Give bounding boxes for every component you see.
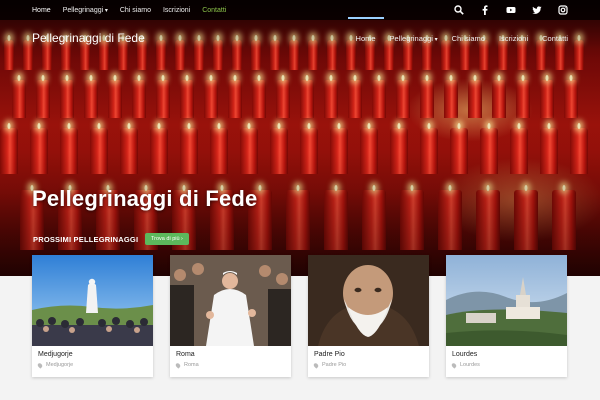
main-header: Pellegrinaggi di Fede Home Pellegrinaggi…: [0, 16, 600, 56]
site-brand[interactable]: Pellegrinaggi di Fede: [32, 31, 145, 45]
instagram-icon[interactable]: [558, 5, 568, 15]
main-nav-pellegrinaggi[interactable]: Pellegrinaggi: [390, 34, 438, 43]
location-pin-icon: [174, 361, 182, 369]
youtube-icon[interactable]: [506, 5, 516, 15]
pilgrimage-cards: Medjugorje Medjugorje Roma Roma Padre Pi…: [32, 255, 567, 377]
card-image[interactable]: [446, 255, 567, 346]
hero-title: Pellegrinaggi di Fede: [32, 186, 258, 211]
card-image[interactable]: [170, 255, 291, 346]
card-padre-pio[interactable]: Padre Pio Padre Pio: [308, 255, 429, 377]
social-icons: [454, 5, 568, 15]
main-nav-chi-siamo[interactable]: Chi siamo: [452, 34, 485, 43]
location-pin-icon: [450, 361, 458, 369]
card-title[interactable]: Roma: [176, 351, 285, 358]
card-roma[interactable]: Roma Roma: [170, 255, 291, 377]
card-title[interactable]: Medjugorje: [38, 351, 147, 358]
card-location: Lourdes: [460, 362, 480, 368]
top-nav-home[interactable]: Home: [32, 7, 51, 14]
main-nav: Home Pellegrinaggi Chi siamo Iscrizioni …: [347, 16, 568, 43]
card-image[interactable]: [308, 255, 429, 346]
top-nav-iscrizioni[interactable]: Iscrizioni: [163, 7, 190, 14]
twitter-icon[interactable]: [532, 5, 542, 15]
top-nav: Home Pellegrinaggi Chi siamo Iscrizioni …: [32, 7, 226, 14]
card-lourdes[interactable]: Lourdes Lourdes: [446, 255, 567, 377]
find-more-button[interactable]: Trova di più ›: [145, 233, 189, 245]
top-nav-contatti[interactable]: Contatti: [202, 7, 226, 14]
card-location: Medjugorje: [46, 362, 74, 368]
card-medjugorje[interactable]: Medjugorje Medjugorje: [32, 255, 153, 377]
card-title[interactable]: Padre Pio: [314, 351, 423, 358]
card-location: Roma: [184, 362, 199, 368]
main-nav-iscrizioni[interactable]: Iscrizioni: [499, 34, 528, 43]
main-nav-home[interactable]: Home: [347, 16, 384, 43]
card-location: Padre Pio: [322, 362, 347, 368]
location-pin-icon: [36, 361, 44, 369]
top-nav-chi-siamo[interactable]: Chi siamo: [120, 7, 151, 14]
location-pin-icon: [312, 361, 320, 369]
top-nav-pellegrinaggi[interactable]: Pellegrinaggi: [63, 7, 108, 14]
main-nav-contatti[interactable]: Contatti: [542, 34, 568, 43]
card-image[interactable]: [32, 255, 153, 346]
card-title[interactable]: Lourdes: [452, 351, 561, 358]
top-bar: Home Pellegrinaggi Chi siamo Iscrizioni …: [0, 0, 600, 20]
search-icon[interactable]: [454, 5, 464, 15]
facebook-icon[interactable]: [480, 5, 490, 15]
section-heading: PROSSIMI PELLEGRINAGGI: [33, 235, 139, 244]
